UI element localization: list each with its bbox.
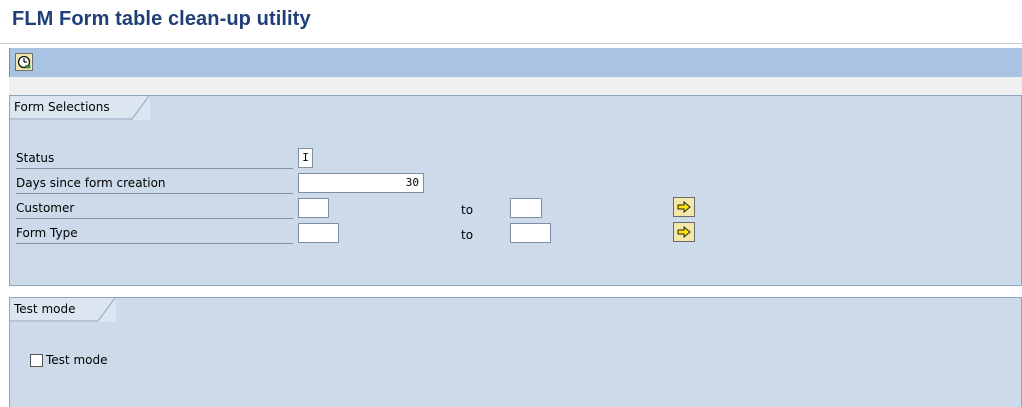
form-type-to-label: to <box>461 228 474 242</box>
form-selections-group-tab: Form Selections <box>10 96 150 120</box>
days-since-creation-field[interactable]: 30 <box>298 173 424 193</box>
customer-to-label: to <box>461 203 474 217</box>
status-label: Status <box>16 148 293 169</box>
days-since-creation-label: Days since form creation <box>16 173 293 194</box>
title-divider <box>0 43 1022 44</box>
toolbar-spacer <box>9 77 1022 95</box>
status-field[interactable]: I <box>298 148 313 168</box>
test-mode-group-tab: Test mode <box>10 298 116 322</box>
application-toolbar <box>9 48 1022 77</box>
form-type-from-field[interactable] <box>298 223 339 243</box>
test-mode-checkbox-label[interactable]: Test mode <box>46 353 107 367</box>
customer-to-field[interactable] <box>510 198 542 218</box>
multiple-selection-arrow-icon <box>677 225 691 239</box>
form-type-multiple-selection-button[interactable] <box>673 222 695 242</box>
execute-button[interactable] <box>15 53 33 71</box>
title-bar: FLM Form table clean-up utility <box>0 0 1022 46</box>
customer-label: Customer <box>16 198 293 219</box>
group-title: Form Selections <box>14 100 110 114</box>
test-mode-group: Test mode Test mode <box>9 297 1022 407</box>
execute-clock-icon <box>17 55 31 69</box>
multiple-selection-arrow-icon <box>677 200 691 214</box>
form-type-to-field[interactable] <box>510 223 551 243</box>
customer-multiple-selection-button[interactable] <box>673 197 695 217</box>
page-title: FLM Form table clean-up utility <box>12 8 311 30</box>
test-mode-checkbox[interactable] <box>30 354 43 367</box>
form-selections-group: Form Selections Status I Days since form… <box>9 95 1022 286</box>
form-type-label: Form Type <box>16 223 293 244</box>
customer-from-field[interactable] <box>298 198 329 218</box>
group-title: Test mode <box>14 302 76 316</box>
